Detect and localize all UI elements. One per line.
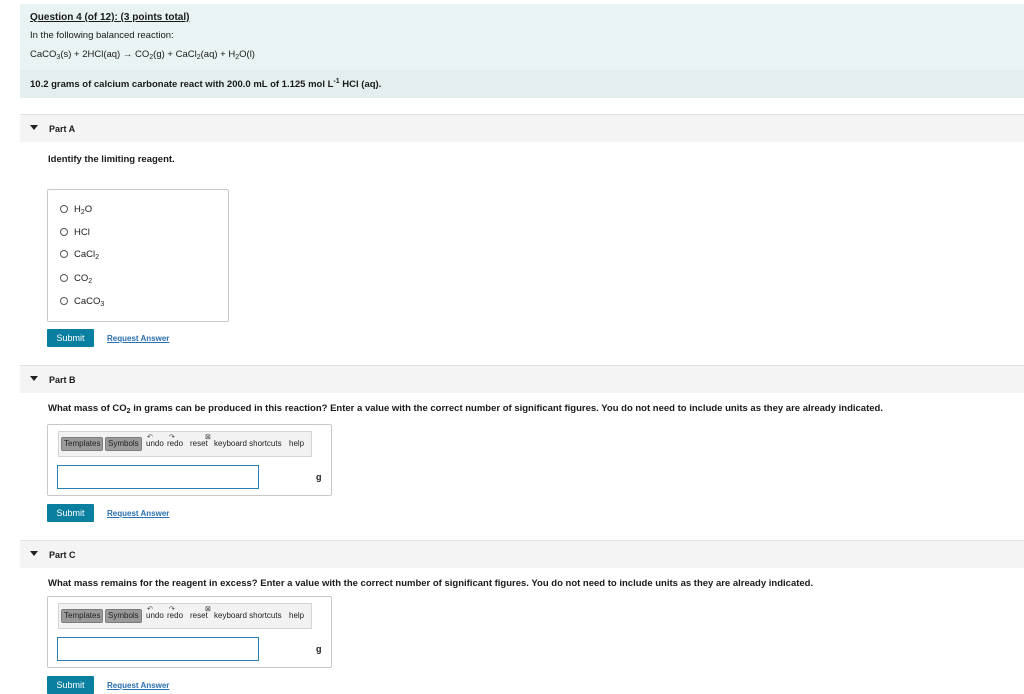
radio-circle-icon[interactable]	[60, 297, 68, 305]
reaction-equation: CaCO3(s) + 2HCl(aq) → CO2(g) + CaCl2(aq)…	[30, 49, 255, 61]
choice-label: HCl	[74, 227, 90, 238]
keyboard-shortcuts-link[interactable]: keyboard shortcuts	[214, 611, 282, 620]
choice-label: H2O	[74, 204, 93, 216]
choice-cacl2[interactable]: CaCl2	[60, 249, 99, 261]
part-a-request-answer-link[interactable]: Request Answer	[107, 334, 169, 343]
reaction-intro: In the following balanced reaction:	[30, 30, 174, 41]
question-intro: Question 4 (of 12): (3 points total) In …	[20, 4, 1024, 98]
part-b-answer-editor: Templates Symbols ↶ undo ↷ redo ⊠ reset …	[47, 424, 332, 496]
radio-circle-icon[interactable]	[60, 274, 68, 282]
part-c-header[interactable]: Part C	[20, 540, 1024, 568]
choice-label: CaCl2	[74, 249, 100, 261]
triangle-down-icon[interactable]	[30, 125, 38, 130]
part-b-answer-input[interactable]	[57, 465, 259, 489]
undo-button[interactable]: undo	[146, 611, 164, 620]
reset-button[interactable]: reset	[190, 611, 208, 620]
part-c-request-answer-link[interactable]: Request Answer	[107, 681, 169, 690]
radio-circle-icon[interactable]	[60, 228, 68, 236]
part-c-label: Part C	[49, 550, 76, 560]
choice-label: CaCO3	[74, 296, 105, 308]
part-c-submit-button[interactable]: Submit	[47, 676, 94, 694]
redo-button[interactable]: redo	[167, 439, 183, 448]
radio-circle-icon[interactable]	[60, 205, 68, 213]
part-a-label: Part A	[49, 124, 76, 134]
math-toolbar: Templates Symbols ↶ undo ↷ redo ⊠ reset …	[58, 603, 312, 629]
redo-button[interactable]: redo	[167, 611, 183, 620]
help-link[interactable]: help	[289, 439, 304, 448]
choice-caco3[interactable]: CaCO3	[60, 296, 104, 308]
part-c-answer-input[interactable]	[57, 637, 259, 661]
question-title[interactable]: Question 4 (of 12): (3 points total)	[30, 12, 1024, 23]
part-c-unit: g	[316, 644, 322, 654]
part-c-answer-editor: Templates Symbols ↶ undo ↷ redo ⊠ reset …	[47, 596, 332, 668]
part-b-request-answer-link[interactable]: Request Answer	[107, 509, 169, 518]
part-b-header[interactable]: Part B	[20, 365, 1024, 393]
undo-button[interactable]: undo	[146, 439, 164, 448]
reset-button[interactable]: reset	[190, 439, 208, 448]
part-c-prompt: What mass remains for the reagent in exc…	[48, 578, 814, 589]
choice-co2[interactable]: CO2	[60, 273, 92, 285]
choice-h2o[interactable]: H2O	[60, 204, 92, 216]
templates-button[interactable]: Templates	[61, 609, 104, 623]
part-a-prompt: Identify the limiting reagent.	[48, 154, 175, 165]
radio-circle-icon[interactable]	[60, 250, 68, 258]
part-b-prompt: What mass of CO2 in grams can be produce…	[48, 403, 883, 415]
part-a-header[interactable]: Part A	[20, 114, 1024, 142]
triangle-down-icon[interactable]	[30, 376, 38, 381]
part-a-choices: H2O HCl CaCl2 CO2 CaCO3	[47, 189, 229, 322]
help-link[interactable]: help	[289, 611, 304, 620]
choice-hcl[interactable]: HCl	[60, 227, 90, 238]
triangle-down-icon[interactable]	[30, 551, 38, 556]
symbols-button[interactable]: Symbols	[105, 437, 142, 451]
keyboard-shortcuts-link[interactable]: keyboard shortcuts	[214, 439, 282, 448]
given-conditions: 10.2 grams of calcium carbonate react wi…	[20, 70, 1024, 98]
part-b-submit-button[interactable]: Submit	[47, 504, 94, 522]
symbols-button[interactable]: Symbols	[105, 609, 142, 623]
part-a-submit-button[interactable]: Submit	[47, 329, 94, 347]
part-b-label: Part B	[49, 375, 76, 385]
templates-button[interactable]: Templates	[61, 437, 104, 451]
math-toolbar: Templates Symbols ↶ undo ↷ redo ⊠ reset …	[58, 431, 312, 457]
choice-label: CO2	[74, 273, 93, 285]
part-b-unit: g	[316, 472, 322, 482]
